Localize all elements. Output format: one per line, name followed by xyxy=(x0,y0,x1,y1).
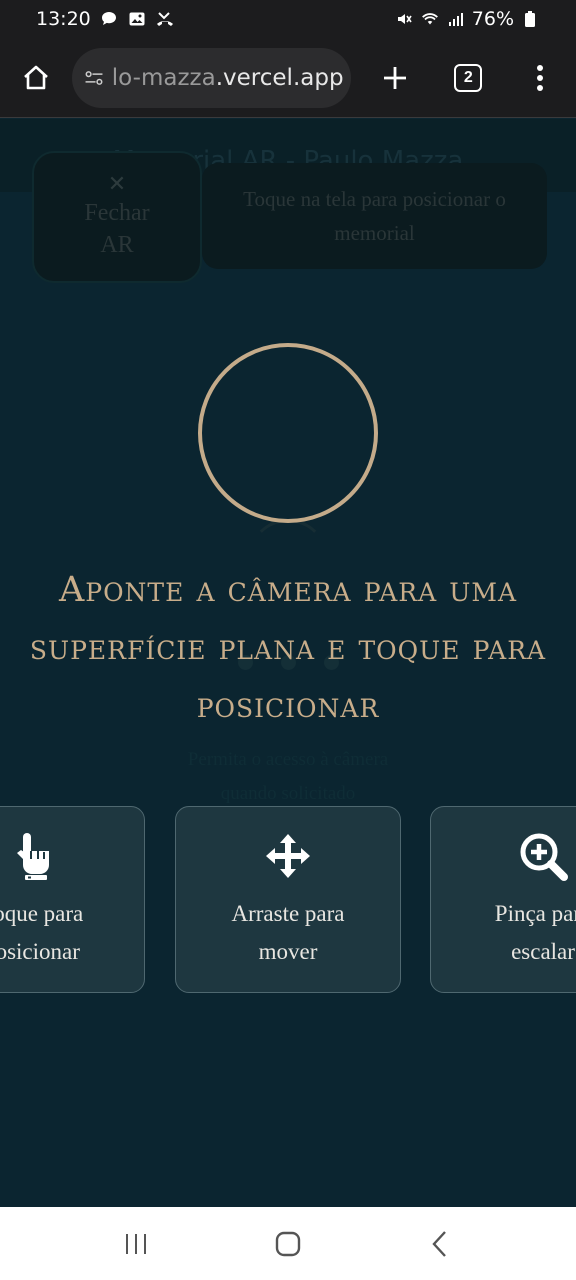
tab-count: 2 xyxy=(454,63,483,92)
home-nav-icon xyxy=(275,1231,301,1256)
back-icon xyxy=(432,1230,446,1257)
new-tab-button[interactable] xyxy=(373,56,417,100)
gesture-card-label: Arraste para mover xyxy=(231,901,345,964)
close-ar-button[interactable]: ✕ Fechar AR xyxy=(32,151,202,283)
battery-percent: 76% xyxy=(471,8,514,30)
loading-line-1: Permita o acesso à câmera xyxy=(187,749,389,770)
image-icon xyxy=(127,9,147,29)
gesture-card-drag: Arraste para mover xyxy=(175,806,401,993)
tab-switcher-button[interactable]: 2 xyxy=(446,56,490,100)
back-button[interactable] xyxy=(410,1222,470,1266)
gesture-card-label: Pinça para escalar xyxy=(494,901,576,964)
battery-icon xyxy=(520,9,540,29)
close-label-line-1: Fechar xyxy=(84,200,150,226)
recents-button[interactable] xyxy=(106,1222,166,1266)
signal-icon xyxy=(446,9,466,29)
status-bar: 13:20 76% xyxy=(0,0,576,38)
home-button[interactable] xyxy=(14,56,58,100)
move-arrows-icon xyxy=(263,831,313,881)
gesture-card-pinch: Pinça para escalar xyxy=(430,806,576,993)
gesture-card-label: Toque para posicionar xyxy=(0,901,84,964)
menu-button[interactable] xyxy=(518,56,562,100)
tap-hint: Toque na tela para posicionar o memorial xyxy=(202,163,547,269)
more-vert-icon xyxy=(537,64,544,91)
zoom-in-icon xyxy=(518,831,568,881)
web-page: Memorial AR - Paulo Mazza Permita o aces… xyxy=(0,119,576,1207)
placement-reticle xyxy=(198,343,378,523)
home-nav-button[interactable] xyxy=(258,1222,318,1266)
browser-toolbar: lo-mazza.vercel.app 2 xyxy=(0,38,576,118)
close-icon: ✕ xyxy=(107,172,127,197)
site-settings-icon[interactable] xyxy=(84,68,104,88)
wifi-icon xyxy=(420,9,440,29)
system-nav-bar xyxy=(0,1207,576,1280)
url-domain: .vercel.app xyxy=(215,64,344,91)
url-text: lo-mazza.vercel.app xyxy=(112,65,344,91)
instruction-text: Aponte a câmera para uma superfície plan… xyxy=(29,570,547,726)
close-label-line-2: AR xyxy=(100,232,134,258)
chat-icon xyxy=(99,9,119,29)
tap-hand-icon xyxy=(7,831,57,881)
recents-icon xyxy=(126,1233,146,1254)
missed-call-icon xyxy=(155,9,175,29)
clock: 13:20 xyxy=(36,8,91,30)
home-icon xyxy=(24,65,48,89)
tap-hint-text: Toque na tela para posicionar o memorial xyxy=(243,187,506,245)
loading-message: Permita o acesso à câmera quando solicit… xyxy=(0,743,576,811)
plus-icon xyxy=(383,66,406,89)
gesture-card-tap: Toque para posicionar xyxy=(0,806,145,993)
address-bar[interactable]: lo-mazza.vercel.app xyxy=(71,47,351,108)
url-host: lo-mazza xyxy=(111,64,216,91)
mute-icon xyxy=(394,9,414,29)
